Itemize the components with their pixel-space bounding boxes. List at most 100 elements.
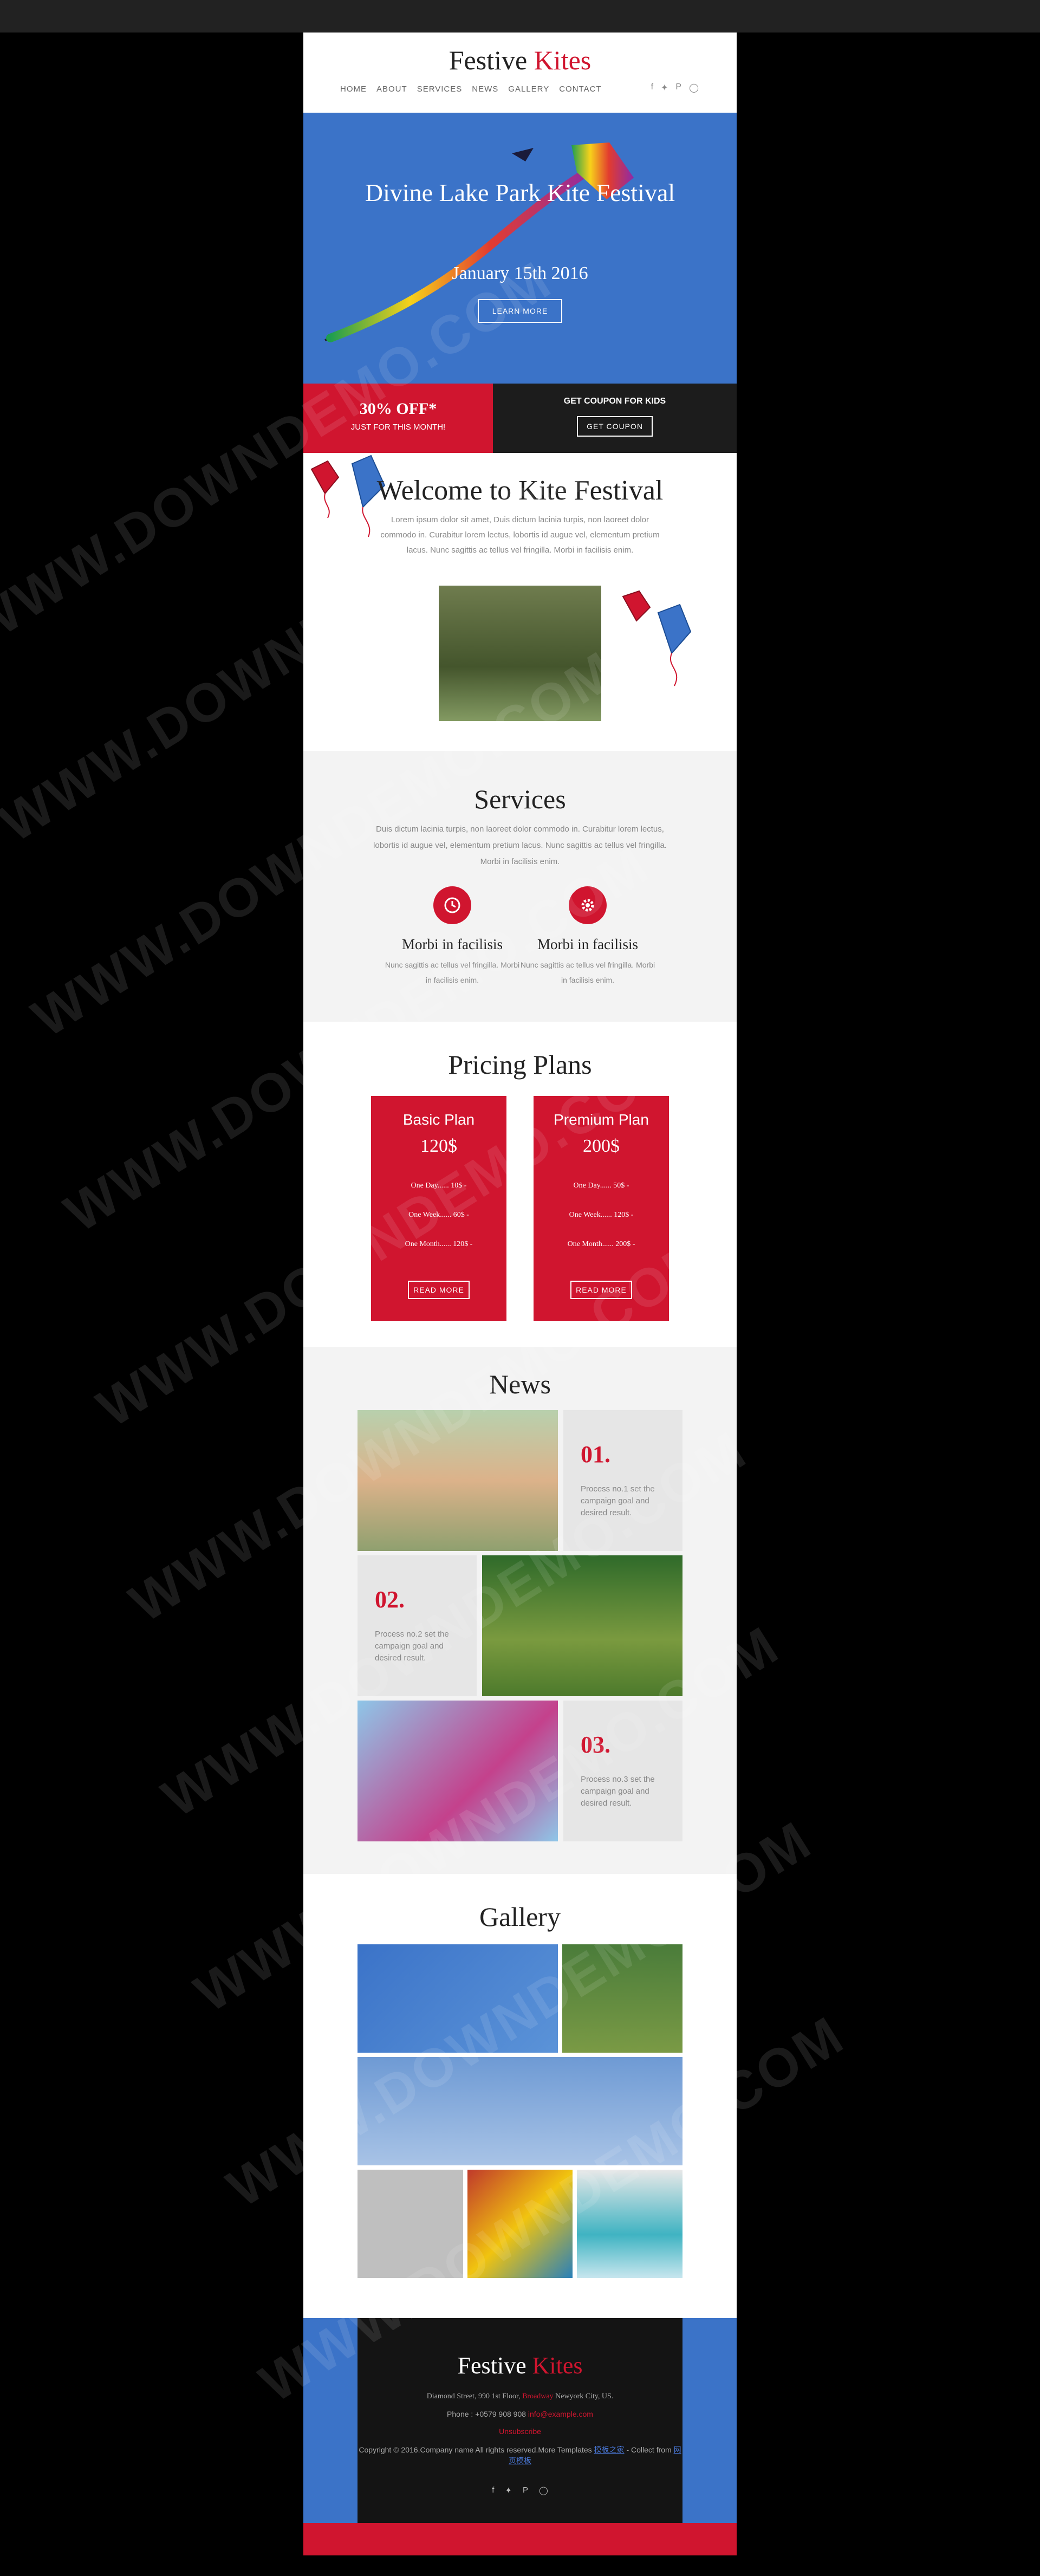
browser-top-bar	[0, 0, 1040, 33]
nav-contact[interactable]: CONTACT	[559, 85, 601, 94]
instagram-icon[interactable]: ◯	[689, 82, 699, 93]
gallery-section: Gallery	[303, 1874, 737, 2318]
news-text: Process no.1 set the campaign goal and d…	[581, 1484, 655, 1517]
offer-subtext: JUST FOR THIS MONTH!	[350, 423, 446, 432]
premium-plan-card: Premium Plan 200$ One Day...... 50$ - On…	[534, 1096, 669, 1321]
gallery-image[interactable]	[562, 1944, 682, 2053]
services-intro: Duis dictum lacinia turpis, non laoreet …	[373, 825, 667, 866]
nav-news[interactable]: NEWS	[472, 85, 498, 94]
service-title: Morbi in facilisis	[402, 936, 503, 952]
service-title: Morbi in facilisis	[537, 936, 638, 952]
footer-logo[interactable]: Festive Kites	[358, 2352, 682, 2379]
news-item[interactable]: 02. Process no.2 set the campaign goal a…	[358, 1555, 477, 1696]
nav-services[interactable]: SERVICES	[417, 85, 463, 94]
header-social: f ✦ P ◯	[651, 82, 699, 93]
kids-with-kite-photo	[439, 586, 601, 721]
hero-date: January 15th 2016	[452, 263, 588, 283]
twitter-icon[interactable]: ✦	[505, 2486, 512, 2495]
service-text: Nunc sagittis ac tellus vel fringilla. M…	[520, 961, 655, 984]
gallery-image[interactable]	[358, 2057, 682, 2165]
services-title: Services	[474, 784, 566, 814]
pricing-title: Pricing Plans	[448, 1049, 592, 1080]
news-number: 02.	[375, 1586, 405, 1613]
coupon-band: 30% OFF* JUST FOR THIS MONTH! GET COUPON…	[303, 384, 737, 453]
gear-icon	[569, 886, 607, 924]
main-nav: HOME ABOUT SERVICES NEWS GALLERY CONTACT	[340, 85, 602, 94]
footer-logo-part1: Festive	[457, 2352, 526, 2379]
plan-row: One Month...... 120$ -	[405, 1240, 473, 1248]
service-text: Nunc sagittis ac tellus vel fringilla. M…	[385, 961, 520, 984]
logo-part2: Kites	[534, 45, 592, 75]
plan-name: Basic Plan	[402, 1111, 475, 1128]
footer-logo-part2: Kites	[532, 2352, 583, 2379]
pinterest-icon[interactable]: P	[675, 82, 681, 93]
news-section: News 01. Process no.1 set the campaign g…	[303, 1347, 737, 1874]
welcome-section: Welcome to Kite Festival Lorem ipsum dol…	[303, 453, 737, 751]
footer-phone: Phone : +0579 908 908 info@example.com	[358, 2410, 682, 2418]
templates-link[interactable]: 模板之家	[594, 2445, 625, 2454]
news-item[interactable]: 03. Process no.3 set the campaign goal a…	[563, 1701, 682, 1841]
email-container: Festive Kites HOME ABOUT SERVICES NEWS G…	[303, 33, 737, 2555]
news-image	[358, 1701, 558, 1841]
news-number: 01.	[581, 1441, 610, 1468]
plan-price: 120$	[420, 1136, 457, 1156]
gallery-image[interactable]	[577, 2170, 682, 2278]
plan-row: One Month...... 200$ -	[567, 1240, 635, 1248]
kite-red-right-icon	[622, 590, 651, 622]
read-more-button[interactable]: READ MORE	[570, 1281, 632, 1299]
gallery-image[interactable]	[467, 2170, 573, 2278]
copyright-text: Copyright © 2016.Company name All rights…	[359, 2445, 592, 2454]
offer-value: 30% OFF*	[359, 400, 437, 418]
gallery-image[interactable]	[358, 1944, 558, 2053]
unsubscribe-link[interactable]: Unsubscribe	[499, 2427, 541, 2436]
news-text: Process no.3 set the campaign goal and d…	[581, 1775, 655, 1808]
gallery-image[interactable]	[358, 2170, 463, 2278]
pinterest-icon[interactable]: P	[523, 2486, 528, 2495]
read-more-button[interactable]: READ MORE	[408, 1281, 470, 1299]
offer-panel: 30% OFF* JUST FOR THIS MONTH!	[303, 384, 493, 453]
collect-text: - Collect from	[626, 2445, 672, 2454]
gallery-title: Gallery	[479, 1902, 561, 1932]
welcome-text: Lorem ipsum dolor sit amet, Duis dictum …	[380, 515, 660, 555]
footer-copyright: Copyright © 2016.Company name All rights…	[358, 2444, 682, 2466]
phone-text: Phone : +0579 908 908	[447, 2410, 526, 2418]
footer-address: Diamond Street, 990 1st Floor, Broadway …	[358, 2392, 682, 2401]
address-city: Newyork City, US.	[555, 2392, 614, 2400]
footer: Festive Kites Diamond Street, 990 1st Fl…	[303, 2318, 737, 2523]
kite-illustration	[324, 142, 634, 342]
welcome-title: Welcome to Kite Festival	[376, 475, 664, 506]
news-number: 03.	[581, 1731, 610, 1758]
news-image	[358, 1410, 558, 1551]
plan-row: One Week...... 120$ -	[569, 1211, 634, 1219]
service-item: Morbi in facilisis Nunc sagittis ac tell…	[385, 886, 520, 988]
news-item[interactable]: 01. Process no.1 set the campaign goal a…	[563, 1410, 682, 1551]
footer-social: f ✦ P ◯	[358, 2486, 682, 2495]
plan-price: 200$	[583, 1136, 620, 1156]
news-image	[482, 1555, 682, 1696]
nav-gallery[interactable]: GALLERY	[508, 85, 549, 94]
instagram-icon[interactable]: ◯	[539, 2486, 548, 2495]
kids-coupon-title: GET COUPON FOR KIDS	[563, 397, 666, 406]
address-link[interactable]: Broadway	[522, 2392, 554, 2400]
services-section: Services Duis dictum lacinia turpis, non…	[303, 751, 737, 1022]
get-coupon-button[interactable]: GET COUPON	[577, 416, 653, 437]
facebook-icon[interactable]: f	[651, 82, 653, 93]
plan-row: One Day...... 50$ -	[573, 1182, 629, 1190]
service-item: Morbi in facilisis Nunc sagittis ac tell…	[520, 886, 655, 988]
footer-red-band	[303, 2523, 737, 2555]
hero-banner: Divine Lake Park Kite Festival January 1…	[303, 113, 737, 384]
learn-more-button[interactable]: LEARN MORE	[478, 299, 562, 323]
facebook-icon[interactable]: f	[492, 2486, 494, 2495]
nav-about[interactable]: ABOUT	[376, 85, 407, 94]
news-text: Process no.2 set the campaign goal and d…	[375, 1630, 449, 1663]
basic-plan-card: Basic Plan 120$ One Day...... 10$ - One …	[371, 1096, 506, 1321]
hero-title: Divine Lake Park Kite Festival	[365, 179, 675, 206]
pricing-section: Pricing Plans Basic Plan 120$ One Day...…	[303, 1022, 737, 1347]
twitter-icon[interactable]: ✦	[661, 82, 668, 93]
email-link[interactable]: info@example.com	[528, 2410, 593, 2418]
plan-row: One Day...... 10$ -	[411, 1182, 467, 1190]
site-logo[interactable]: Festive Kites	[303, 44, 737, 76]
plan-name: Premium Plan	[554, 1111, 649, 1128]
plan-row: One Week...... 60$ -	[408, 1211, 469, 1219]
nav-home[interactable]: HOME	[340, 85, 367, 94]
